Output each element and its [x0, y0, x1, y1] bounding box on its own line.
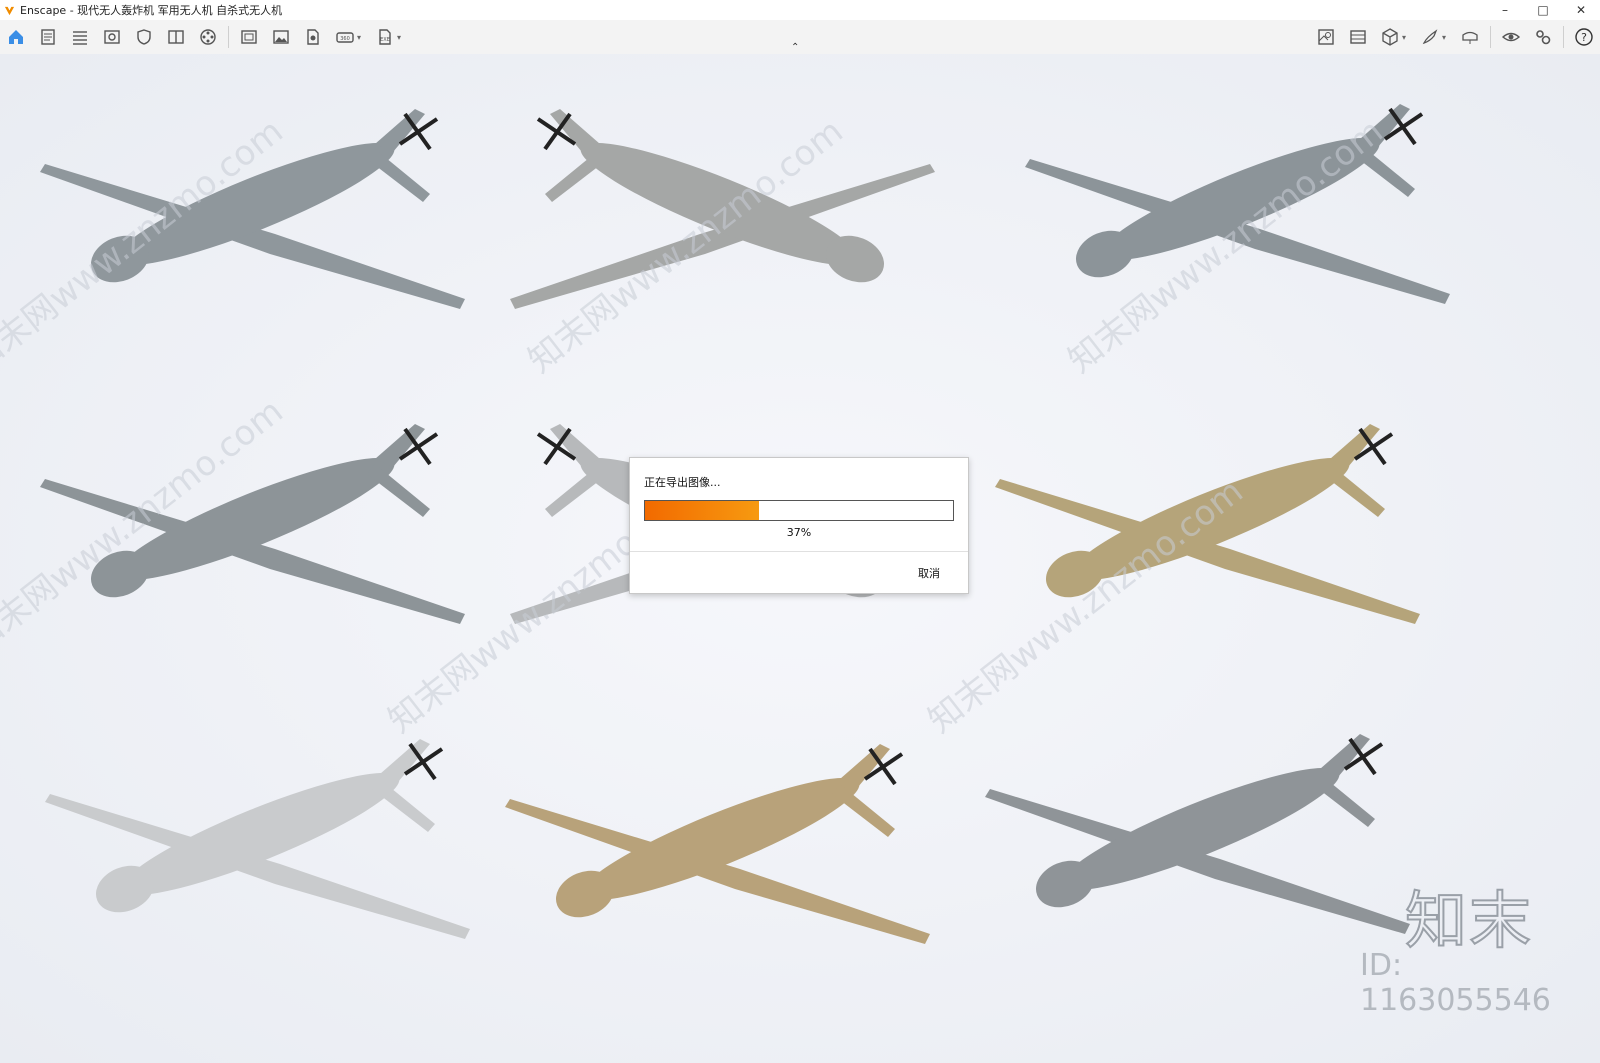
drone-model [43, 737, 472, 941]
panorama-dropdown-chevron-icon[interactable]: ▾ [357, 25, 365, 49]
cancel-button[interactable]: 取消 [918, 565, 940, 581]
cube-dropdown-chevron-icon[interactable]: ▾ [1402, 25, 1410, 49]
brush-icon[interactable] [1418, 25, 1442, 49]
title-bar: Enscape - 现代无人轰炸机 军用无人机 自杀式无人机 – □ ✕ [0, 0, 1600, 20]
bim-icon[interactable] [68, 25, 92, 49]
progress-percent-label: 37% [786, 526, 812, 539]
grid-icon[interactable] [1346, 25, 1370, 49]
toolbar-separator [1563, 26, 1564, 48]
frame-icon[interactable] [237, 25, 261, 49]
drone-model [503, 742, 932, 946]
dialog-message: 正在导出图像... [644, 476, 721, 489]
svg-text:EXE: EXE [380, 37, 390, 43]
drone-model [1023, 102, 1452, 306]
map-icon[interactable] [1314, 25, 1338, 49]
eye-icon[interactable] [1499, 25, 1523, 49]
close-button[interactable]: ✕ [1562, 0, 1600, 20]
help-icon[interactable]: ? [1572, 25, 1596, 49]
minimize-button[interactable]: – [1486, 0, 1524, 20]
drone-model [983, 732, 1412, 936]
book-icon[interactable] [164, 25, 188, 49]
brand-logo: 知末 [1404, 883, 1534, 958]
brand-id-label: ID: 1163055546 [1360, 948, 1551, 1018]
toolbar-separator [228, 26, 229, 48]
panorama-icon[interactable]: 360 [333, 25, 357, 49]
svg-text:360: 360 [340, 36, 350, 42]
window-title: Enscape - 现代无人轰炸机 军用无人机 自杀式无人机 [20, 4, 283, 17]
dialog-divider [630, 551, 968, 552]
enscape-logo-icon [4, 6, 15, 15]
maximize-button[interactable]: □ [1524, 0, 1562, 20]
doc-icon[interactable] [36, 25, 60, 49]
exe-icon[interactable]: EXE [373, 25, 397, 49]
toolbar-separator [1490, 26, 1491, 48]
image-icon[interactable] [269, 25, 293, 49]
svg-text:?: ? [1581, 31, 1587, 44]
film-icon[interactable] [196, 25, 220, 49]
export-icon[interactable] [301, 25, 325, 49]
export-progress-dialog: 正在导出图像... 37% 取消 [629, 457, 969, 594]
brush-dropdown-chevron-icon[interactable]: ▾ [1442, 25, 1450, 49]
cube-icon[interactable] [1378, 25, 1402, 49]
shield-icon[interactable] [132, 25, 156, 49]
watermark-text: 知末网www.znzmo.com [0, 111, 291, 381]
view-icon[interactable] [100, 25, 124, 49]
progress-bar [644, 500, 954, 521]
toolbar: 360 ▾ EXE ▾ ▾ ▾ ? [0, 20, 1600, 54]
vr-icon[interactable] [1458, 25, 1482, 49]
home-icon[interactable] [4, 25, 28, 49]
collapse-toolbar-chevron-icon[interactable]: ⌃ [791, 42, 799, 53]
progress-fill [645, 501, 759, 520]
exe-dropdown-chevron-icon[interactable]: ▾ [397, 25, 405, 49]
settings-icon[interactable] [1531, 25, 1555, 49]
